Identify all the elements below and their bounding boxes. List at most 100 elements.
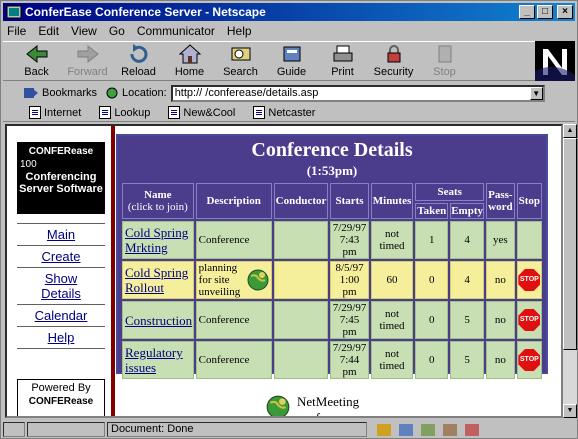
conference-icon[interactable] xyxy=(465,423,479,436)
conference-details-panel: Conference Details (1:53pm) Name (click t… xyxy=(116,134,548,379)
guide-icon xyxy=(283,46,300,62)
page-icon xyxy=(168,106,181,119)
header-starts: Starts xyxy=(330,183,369,219)
stop-cell: STOP xyxy=(516,341,542,379)
conference-conductor xyxy=(273,341,329,379)
personal-item-netcaster[interactable]: Netcaster xyxy=(253,106,315,119)
scroll-up-button[interactable]: ▲ xyxy=(563,124,577,138)
vertical-scrollbar[interactable]: ▲ ▼ xyxy=(563,124,577,418)
table-row: Construction Conference 7/29/97 7:45 pm n… xyxy=(122,301,542,339)
conference-minutes: 60 xyxy=(370,261,414,299)
stop-cell xyxy=(516,221,542,259)
netscape-n-icon xyxy=(535,41,575,81)
location-label: Location: xyxy=(122,87,167,99)
reload-icon xyxy=(129,44,147,63)
menu-go[interactable]: Go xyxy=(109,24,125,38)
menu-edit[interactable]: Edit xyxy=(38,24,59,38)
personal-item-internet[interactable]: Internet xyxy=(29,106,81,119)
nav-link-calendar[interactable]: Calendar xyxy=(17,304,105,326)
netmeeting-globe-icon xyxy=(266,395,290,416)
stop-sign-icon[interactable]: STOP xyxy=(518,309,541,331)
navigator-icon[interactable] xyxy=(377,423,391,436)
composer-icon[interactable] xyxy=(443,423,457,436)
netscape-logo[interactable] xyxy=(535,41,575,81)
personal-item-newcool[interactable]: New&Cool xyxy=(168,106,235,119)
window-title: ConferEase Conference Server - Netscape xyxy=(25,5,266,19)
scroll-down-button[interactable]: ▼ xyxy=(563,404,577,418)
navigation-toolbar: Back Forward Reload Home Search Guide Pr… xyxy=(3,41,535,81)
status-text: Document: Done xyxy=(107,422,367,437)
bookmarks-button[interactable]: Bookmarks xyxy=(23,86,97,100)
password-required: no xyxy=(486,301,515,339)
menu-view[interactable]: View xyxy=(71,24,97,38)
conference-description: Conference xyxy=(195,341,272,379)
menu-help[interactable]: Help xyxy=(227,24,252,38)
reload-button[interactable]: Reload xyxy=(113,42,164,80)
stop-button[interactable]: Stop xyxy=(419,42,470,80)
stop-cell: STOP xyxy=(516,261,542,299)
personal-item-label: Internet xyxy=(44,106,82,119)
personal-item-label: New&Cool xyxy=(183,106,236,119)
security-button[interactable]: Security xyxy=(368,42,419,80)
location-url-input[interactable]: http:// /conferease/details.asp ▼ xyxy=(170,84,545,102)
powered-by-text: Powered By xyxy=(31,382,91,394)
guide-button[interactable]: Guide xyxy=(266,42,317,80)
stop-sign-icon[interactable]: STOP xyxy=(518,269,541,291)
forward-button[interactable]: Forward xyxy=(62,42,113,80)
menu-communicator[interactable]: Communicator xyxy=(137,24,215,38)
header-minutes: Minutes xyxy=(370,183,414,219)
conference-name-link[interactable]: Regulatory issues xyxy=(122,341,194,379)
conference-name-link[interactable]: Construction xyxy=(122,301,194,339)
close-button[interactable]: × xyxy=(557,5,573,19)
personal-item-lookup[interactable]: Lookup xyxy=(99,106,150,119)
maximize-button[interactable]: □ xyxy=(537,5,553,19)
nav-link-create[interactable]: Create xyxy=(17,245,105,267)
minimize-button[interactable]: _ xyxy=(519,5,535,19)
logo-subtitle: Conferencing Server Software xyxy=(19,171,103,195)
nav-link-help[interactable]: Help xyxy=(17,326,105,349)
netmeeting-globe-icon[interactable] xyxy=(246,268,270,292)
bookmarks-icon xyxy=(24,88,38,98)
search-label: Search xyxy=(223,66,258,78)
nav-link-show-details[interactable]: Show Details xyxy=(17,267,105,304)
seats-taken: 0 xyxy=(415,301,449,339)
discussions-icon[interactable] xyxy=(421,423,435,436)
conference-description: Conference xyxy=(195,221,272,259)
stop-icon xyxy=(438,45,451,63)
back-button[interactable]: Back xyxy=(11,42,62,80)
stop-cell: STOP xyxy=(516,301,542,339)
netmeeting-link[interactable]: NetMeeting conference xyxy=(265,394,360,416)
password-required: yes xyxy=(486,221,515,259)
conference-starts: 7/29/97 7:44 pm xyxy=(330,341,369,379)
location-icon xyxy=(106,87,118,99)
search-button[interactable]: Search xyxy=(215,42,266,80)
page-content: CONFERease 100 Conferencing Server Softw… xyxy=(5,124,563,418)
conference-starts: 7/29/97 7:45 pm xyxy=(330,301,369,339)
nav-link-main[interactable]: Main xyxy=(17,223,105,245)
reload-label: Reload xyxy=(121,66,156,78)
netmeeting-line1: NetMeeting xyxy=(297,394,360,409)
powered-by-brand: CONFERease xyxy=(28,396,94,407)
mail-icon[interactable] xyxy=(399,423,413,436)
conference-name-link[interactable]: Cold Spring Mrkting xyxy=(122,221,194,259)
seats-empty: 5 xyxy=(450,341,485,379)
conference-name-link[interactable]: Cold Spring Rollout xyxy=(122,261,194,299)
header-stop: Stop xyxy=(516,183,542,219)
location-dropdown-button[interactable]: ▼ xyxy=(529,86,543,100)
logo-brand: CONFERease xyxy=(28,146,94,157)
location-bar: Bookmarks Location: http:// /conferease/… xyxy=(3,83,575,103)
scroll-thumb[interactable] xyxy=(563,138,577,350)
print-button[interactable]: Print xyxy=(317,42,368,80)
home-button[interactable]: Home xyxy=(164,42,215,80)
security-status-icon[interactable] xyxy=(3,422,25,437)
menu-file[interactable]: File xyxy=(7,24,26,38)
browser-window: ConferEase Conference Server - Netscape … xyxy=(0,0,578,439)
conference-minutes: not timed xyxy=(370,341,414,379)
page-icon xyxy=(99,106,112,119)
location-url-text: http:// /conferease/details.asp xyxy=(174,86,319,99)
stop-sign-icon[interactable]: STOP xyxy=(518,349,541,371)
back-label: Back xyxy=(24,66,49,78)
table-row: Cold Spring Mrkting Conference 7/29/97 7:… xyxy=(122,221,542,259)
conference-conductor xyxy=(273,221,329,259)
table-row: Cold Spring Rollout planning for site un… xyxy=(122,261,542,299)
